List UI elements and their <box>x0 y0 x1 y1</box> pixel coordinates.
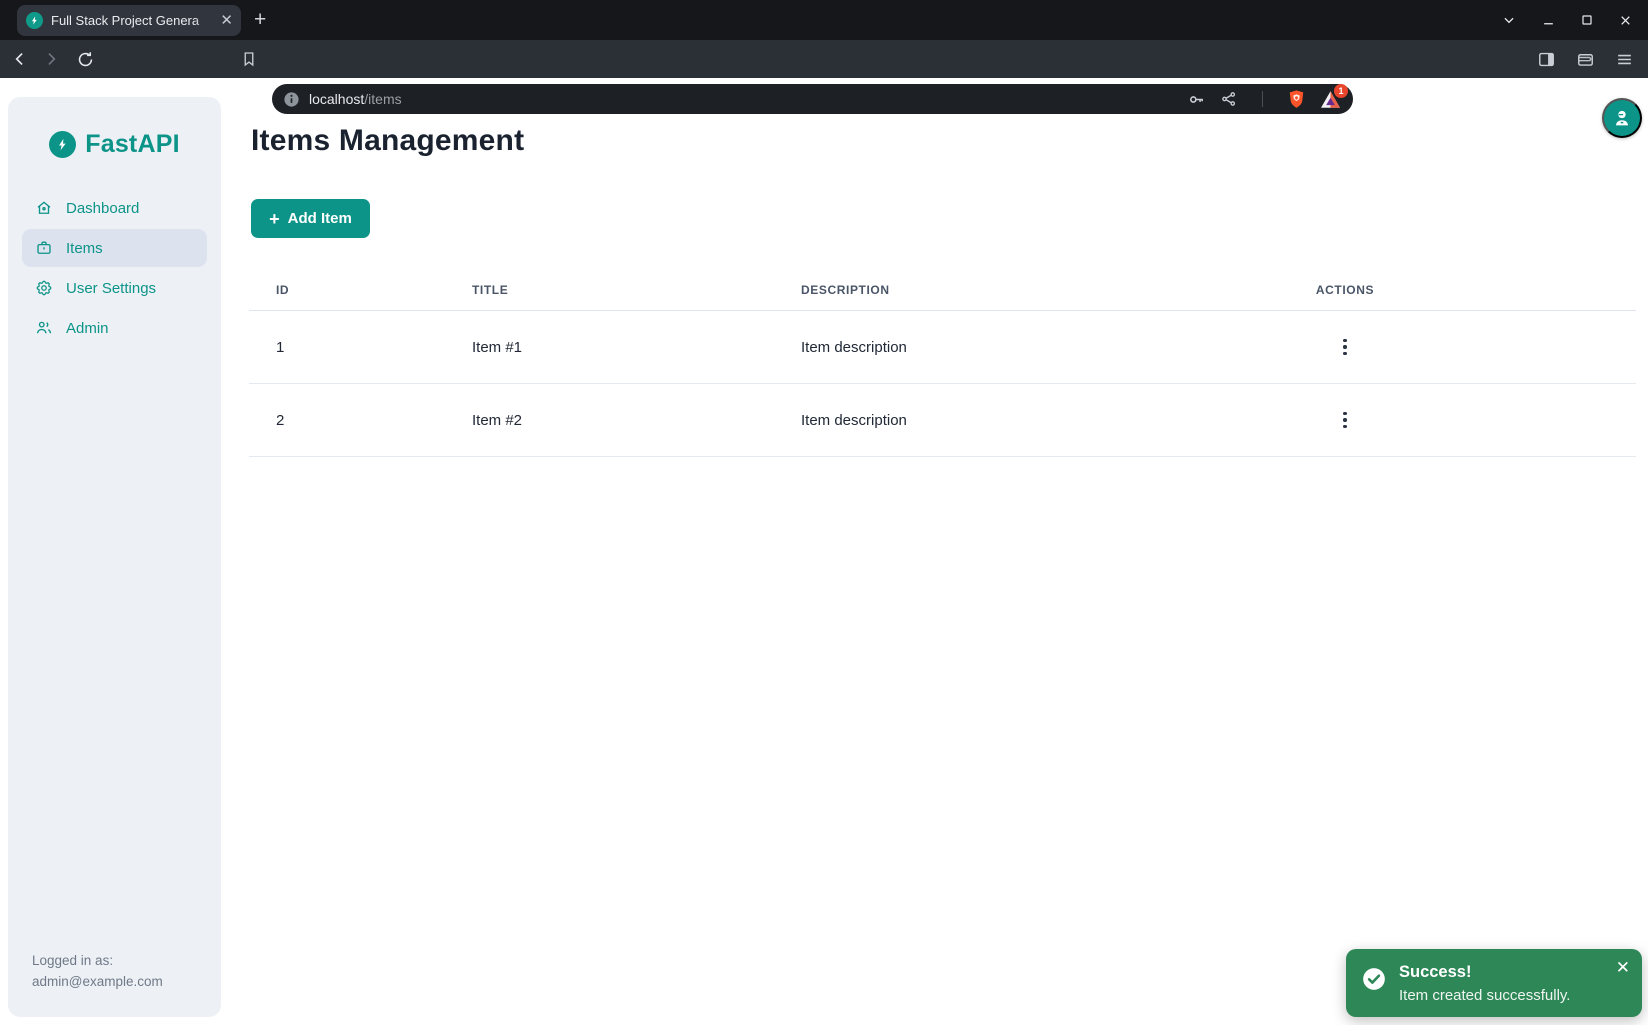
fastapi-favicon-icon <box>26 12 43 29</box>
icon-separator <box>1262 91 1263 107</box>
gear-icon <box>35 279 53 297</box>
column-header-actions: ACTIONS <box>1140 283 1550 297</box>
table-header-row: ID TITLE DESCRIPTION ACTIONS <box>249 269 1636 311</box>
window-maximize-icon[interactable] <box>1581 14 1593 26</box>
bookmark-icon[interactable] <box>240 49 258 69</box>
rewards-badge: 1 <box>1334 84 1348 98</box>
home-icon <box>35 199 53 217</box>
logged-in-email: admin@example.com <box>32 971 163 992</box>
row-actions-kebab-button[interactable] <box>1333 333 1357 362</box>
briefcase-icon <box>35 239 53 257</box>
menu-hamburger-icon[interactable] <box>1615 50 1634 69</box>
tab-title: Full Stack Project Genera <box>51 13 216 28</box>
url-bar[interactable]: localhost/items <box>272 84 1353 114</box>
url-path: /items <box>364 91 401 107</box>
sidebar-item-label: User Settings <box>66 280 156 297</box>
table-row: 2 Item #2 Item description <box>249 384 1636 457</box>
toast-title: Success! <box>1399 963 1570 982</box>
password-key-icon[interactable] <box>1187 90 1206 109</box>
users-icon <box>35 319 53 337</box>
toast-message: Item created successfully. <box>1399 987 1570 1004</box>
cell-id: 1 <box>249 339 445 356</box>
add-item-label: Add Item <box>288 210 352 227</box>
sidebar-item-user-settings[interactable]: User Settings <box>22 269 207 307</box>
table-row: 1 Item #1 Item description <box>249 311 1636 384</box>
items-table: ID TITLE DESCRIPTION ACTIONS 1 Item #1 I… <box>249 269 1636 457</box>
sidebar-nav: Dashboard Items User Settings Admin <box>22 189 207 347</box>
user-avatar-button[interactable] <box>1602 98 1642 138</box>
forward-button-icon[interactable] <box>41 49 61 69</box>
column-header-description: DESCRIPTION <box>774 283 1140 297</box>
logged-in-label: Logged in as: <box>32 950 163 971</box>
fastapi-logo: FastAPI <box>8 130 221 159</box>
wallet-icon[interactable] <box>1576 50 1595 69</box>
sidebar-toggle-icon[interactable] <box>1537 50 1556 69</box>
success-check-icon <box>1361 966 1387 992</box>
cell-description: Item description <box>774 412 1140 429</box>
site-info-icon[interactable] <box>283 91 300 108</box>
sidebar-item-label: Admin <box>66 320 109 337</box>
window-close-icon[interactable] <box>1619 14 1632 27</box>
app-sidebar: FastAPI Dashboard Items User Settings Ad… <box>8 97 221 1017</box>
cell-title: Item #2 <box>445 412 774 429</box>
column-header-id: ID <box>249 283 445 297</box>
new-tab-button[interactable]: + <box>254 8 266 32</box>
browser-tab[interactable]: Full Stack Project Genera ✕ <box>17 5 241 36</box>
brave-rewards-icon[interactable]: 1 <box>1320 90 1341 109</box>
tab-close-icon[interactable]: ✕ <box>220 13 233 28</box>
tab-search-chevron-icon[interactable] <box>1502 13 1516 27</box>
browser-tab-bar: Full Stack Project Genera ✕ + <box>0 0 1648 40</box>
cell-title: Item #1 <box>445 339 774 356</box>
success-toast: Success! Item created successfully. ✕ <box>1346 949 1642 1017</box>
fastapi-logo-text: FastAPI <box>85 130 179 159</box>
back-button-icon[interactable] <box>10 49 30 69</box>
toast-close-icon[interactable]: ✕ <box>1616 959 1630 976</box>
row-actions-kebab-button[interactable] <box>1333 406 1357 435</box>
window-minimize-icon[interactable] <box>1542 14 1555 27</box>
user-avatar-icon <box>1611 107 1633 129</box>
brave-shield-icon[interactable] <box>1287 89 1306 110</box>
share-icon[interactable] <box>1220 90 1238 108</box>
sidebar-item-dashboard[interactable]: Dashboard <box>22 189 207 227</box>
fastapi-bolt-icon <box>49 131 76 158</box>
browser-toolbar: localhost/items <box>0 40 1648 78</box>
cell-id: 2 <box>249 412 445 429</box>
sidebar-item-admin[interactable]: Admin <box>22 309 207 347</box>
cell-description: Item description <box>774 339 1140 356</box>
add-item-button[interactable]: + Add Item <box>251 199 370 238</box>
column-header-title: TITLE <box>445 283 774 297</box>
table-body: 1 Item #1 Item description 2 Item #2 Ite… <box>249 311 1636 457</box>
url-host: localhost <box>309 91 364 107</box>
page-title: Items Management <box>251 124 524 158</box>
plus-icon: + <box>269 210 280 228</box>
sidebar-item-items[interactable]: Items <box>22 229 207 267</box>
sidebar-item-label: Items <box>66 240 103 257</box>
sidebar-item-label: Dashboard <box>66 200 139 217</box>
reload-button-icon[interactable] <box>76 50 95 69</box>
